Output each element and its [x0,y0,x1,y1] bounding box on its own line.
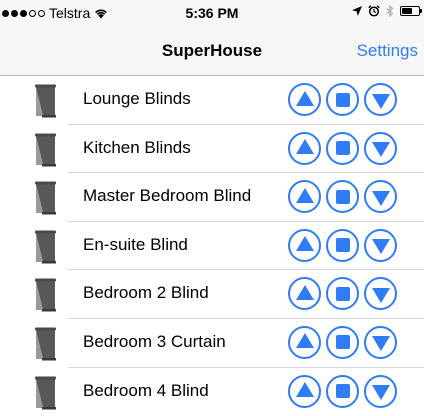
stop-icon [335,384,350,399]
down-arrow-icon [371,190,390,206]
battery-level [402,8,412,14]
blind-controls [288,131,397,165]
blind-controls [288,374,397,408]
blind-label: Bedroom 4 Blind [83,380,209,400]
down-arrow-icon [371,287,390,303]
up-arrow-icon [295,90,314,106]
stop-icon [335,286,350,301]
blind-controls [288,325,397,359]
raise-button[interactable] [288,83,321,116]
up-arrow-icon [295,236,314,252]
location-arrow-icon [352,6,362,16]
stop-button[interactable] [326,180,359,214]
status-right [352,5,422,17]
lower-button[interactable] [364,374,397,408]
blind-label: Lounge Blinds [83,89,191,108]
stop-button[interactable] [326,325,359,359]
settings-button[interactable]: Settings [357,41,418,61]
blind-icon [35,133,56,167]
down-arrow-icon [371,385,390,401]
up-arrow-icon [295,382,314,398]
list-item: Bedroom 4 Blind [0,368,424,416]
raise-button[interactable] [288,180,321,214]
stop-button[interactable] [326,83,359,116]
stop-button[interactable] [326,374,359,408]
lower-button[interactable] [364,277,397,311]
stop-button[interactable] [326,228,359,262]
lower-button[interactable] [364,228,397,262]
blind-label: En-suite Blind [83,234,188,254]
lower-button[interactable] [364,131,397,165]
list-item: Kitchen Blinds [0,125,424,174]
raise-button[interactable] [288,325,321,359]
blind-icon [35,84,56,118]
lower-button[interactable] [364,83,397,116]
list-item: Bedroom 2 Blind [0,270,424,319]
bluetooth-icon [386,5,394,17]
blind-label: Master Bedroom Blind [83,186,252,206]
blind-icon [35,181,56,215]
blind-controls [288,180,397,214]
stop-icon [335,92,350,107]
down-arrow-icon [371,239,390,255]
list-item: Bedroom 3 Curtain [0,319,424,368]
navigation-bar: SuperHouse Settings [0,26,424,76]
raise-button[interactable] [288,374,321,408]
stop-button[interactable] [326,131,359,165]
blind-label: Bedroom 2 Blind [83,283,209,303]
list-item: Master Bedroom Blind [0,173,424,222]
raise-button[interactable] [288,277,321,311]
stop-button[interactable] [326,277,359,311]
stop-icon [335,238,350,253]
down-arrow-icon [371,142,390,158]
lower-button[interactable] [364,180,397,214]
up-arrow-icon [295,139,314,155]
alarm-icon [368,5,380,17]
blind-list: Lounge Blinds Kitchen Blinds Master Bedroo… [0,76,424,416]
blind-icon [35,230,56,264]
battery-icon [400,6,422,16]
blind-icon [35,327,56,361]
stop-icon [335,141,350,156]
lower-button[interactable] [364,325,397,359]
blind-icon [35,278,56,312]
blind-icon [35,376,56,410]
down-arrow-icon [371,336,390,352]
status-bar: Telstra 5:36 PM [0,0,424,26]
up-arrow-icon [295,284,314,300]
up-arrow-icon [295,187,314,203]
raise-button[interactable] [288,131,321,165]
blind-controls [288,277,397,311]
up-arrow-icon [295,333,314,349]
stop-icon [335,335,350,350]
raise-button[interactable] [288,228,321,262]
blind-label: Kitchen Blinds [83,137,191,157]
blind-label: Bedroom 3 Curtain [83,331,226,351]
down-arrow-icon [371,93,390,109]
blind-controls [288,83,397,116]
stop-icon [335,189,350,204]
list-item: Lounge Blinds [0,76,424,125]
list-item: En-suite Blind [0,222,424,271]
blind-controls [288,228,397,262]
